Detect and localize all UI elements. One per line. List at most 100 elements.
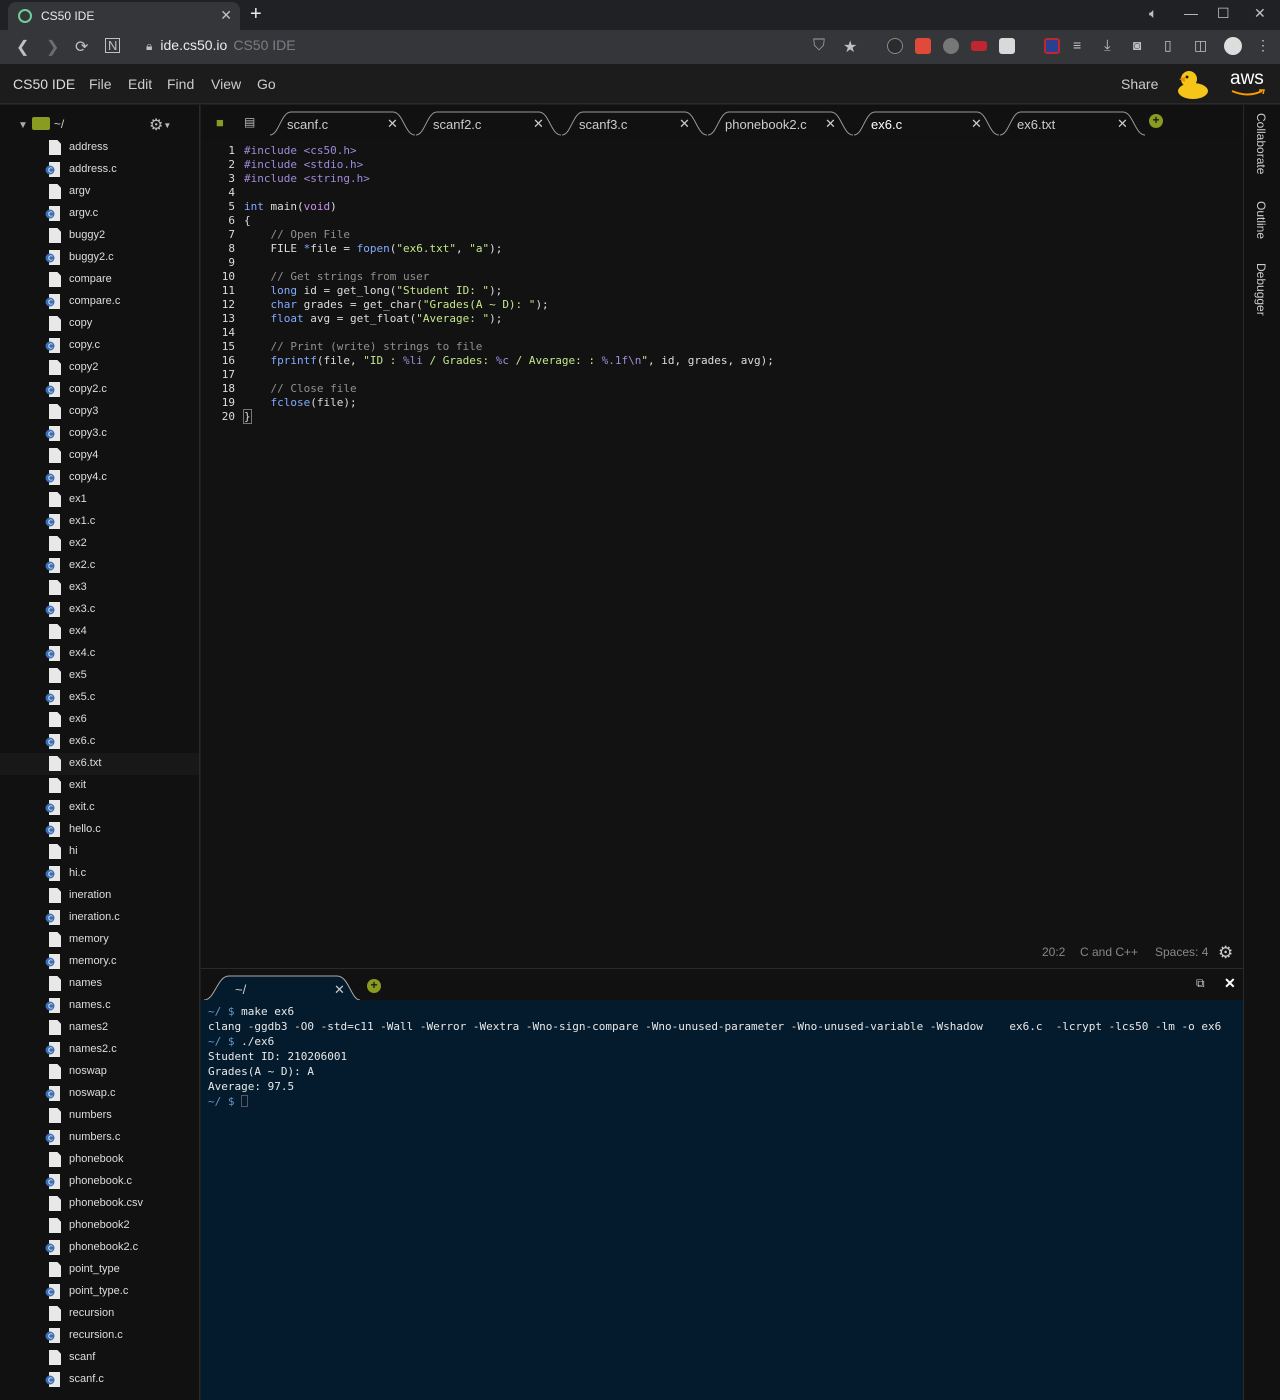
shield-icon[interactable]: ⛉ [813,37,825,55]
cursor-position[interactable]: 20:2 [1042,945,1065,959]
tab-close-icon[interactable]: ✕ [533,116,544,132]
forward-icon[interactable]: ❯ [46,37,59,57]
code-line[interactable]: long id = get_long("Student ID: "); [244,284,503,297]
tree-file-item[interactable]: Cex6.c [0,731,199,753]
tree-file-item[interactable]: compare [0,269,199,291]
tree-file-item[interactable]: phonebook [0,1149,199,1171]
code-line[interactable]: char grades = get_char("Grades(A ~ D): "… [244,298,549,311]
tree-file-item[interactable]: ineration [0,885,199,907]
menu-view[interactable]: View [211,76,241,92]
tab-close-icon[interactable]: ✕ [387,116,398,132]
tree-file-item[interactable]: Ccompare.c [0,291,199,313]
tree-file-item[interactable]: ex6 [0,709,199,731]
tab-close-icon[interactable]: ✕ [679,116,690,132]
editor-tab[interactable]: ex6.c ✕ [853,110,1009,140]
tree-file-item[interactable]: Ccopy2.c [0,379,199,401]
tree-file-item[interactable]: Cex1.c [0,511,199,533]
code-line[interactable]: fprintf(file, "ID : %li / Grades: %c / A… [244,354,774,367]
browser-tab[interactable]: CS50 IDE ✕ [8,2,240,30]
editor-tab[interactable]: ex6.txt ✕ [999,110,1155,140]
reader-icon[interactable]: N [105,38,121,53]
menu-find[interactable]: Find [167,76,194,92]
terminal-restore-icon[interactable]: ⧉ [1196,976,1205,991]
tree-file-item[interactable]: Cex4.c [0,643,199,665]
tree-file-item[interactable]: Chello.c [0,819,199,841]
tree-file-item[interactable]: Ccopy4.c [0,467,199,489]
side-panel-icon[interactable]: ◫ [1194,37,1207,54]
tree-file-item[interactable]: Cpoint_type.c [0,1281,199,1303]
tree-file-item[interactable]: Cmemory.c [0,951,199,973]
terminal-add-icon[interactable]: + [367,979,381,993]
tree-file-item[interactable]: ex4 [0,621,199,643]
extension-translate-icon[interactable] [999,38,1015,54]
tree-file-item[interactable]: names2 [0,1017,199,1039]
code-line[interactable]: #include <cs50.h> [244,144,357,157]
share-button[interactable]: Share [1121,76,1158,92]
tree-file-item[interactable]: ex5 [0,665,199,687]
tree-file-item[interactable]: Cineration.c [0,907,199,929]
tree-settings-gear-icon[interactable]: ⚙▼ [149,115,171,135]
language-mode[interactable]: C and C++ [1080,945,1138,959]
tree-file-item[interactable]: memory [0,929,199,951]
tree-file-item[interactable]: Cex5.c [0,687,199,709]
tree-file-item[interactable]: names [0,973,199,995]
tree-root[interactable]: ▼ ~/ [18,117,64,131]
tree-file-item[interactable]: buggy2 [0,225,199,247]
tree-file-item[interactable]: Caddress.c [0,159,199,181]
playlist-icon[interactable]: ≡ [1073,37,1081,53]
back-icon[interactable]: ❮ [16,37,29,57]
menu-go[interactable]: Go [257,76,276,92]
indent-spaces[interactable]: Spaces: 4 [1155,945,1208,959]
tree-file-item[interactable]: Ccopy.c [0,335,199,357]
tree-file-item[interactable]: Cargv.c [0,203,199,225]
extension-flag-icon[interactable] [971,41,987,51]
tree-file-item[interactable]: phonebook2 [0,1215,199,1237]
tab-close-icon[interactable]: ✕ [825,116,836,132]
tree-file-item[interactable]: Cnames.c [0,995,199,1017]
extension-mouse-icon[interactable] [887,38,903,54]
tree-file-item[interactable]: Cex3.c [0,599,199,621]
tree-file-item[interactable]: ex6.txt [0,753,199,775]
tree-file-item[interactable]: Cphonebook.c [0,1171,199,1193]
tab-close-icon[interactable]: ✕ [1117,116,1128,132]
tab-close-icon[interactable]: ✕ [971,116,982,132]
code-line[interactable]: #include <string.h> [244,172,370,185]
tree-file-item[interactable]: Cphonebook2.c [0,1237,199,1259]
code-editor[interactable]: 1 2 3 4 5 6 7 8 9 10 11 12 13 14 15 16 17 18 19 20 #include… [201,141,1243,968]
tree-file-item[interactable]: Crecursion.c [0,1325,199,1347]
tab-list-icon[interactable]: ▤ [244,115,255,129]
browser-menu-icon[interactable]: ⋮ [1256,37,1270,54]
tree-file-item[interactable]: exit [0,775,199,797]
tree-file-item[interactable]: Cexit.c [0,797,199,819]
code-line[interactable]: // Print (write) strings to file [244,340,482,353]
tree-file-item[interactable]: address [0,137,199,159]
code-line[interactable]: { [244,214,251,227]
editor-settings-gear-icon[interactable]: ⚙ [1218,943,1233,963]
tree-file-item[interactable]: argv [0,181,199,203]
terminal-tab-label[interactable]: ~/ [235,982,246,997]
download-icon[interactable]: ⤓ [1104,37,1111,54]
tree-file-item[interactable]: numbers [0,1105,199,1127]
volume-icon[interactable]: 🔈︎ [1149,5,1157,22]
tree-file-item[interactable]: noswap [0,1061,199,1083]
code-line[interactable]: } [243,409,252,424]
maximize-icon[interactable]: ☐ [1217,5,1230,22]
code-line[interactable]: #include <stdio.h> [244,158,363,171]
terminal-tab-close-icon[interactable]: ✕ [334,982,345,998]
tree-file-item[interactable]: ex3 [0,577,199,599]
tree-file-item[interactable]: Cnames2.c [0,1039,199,1061]
tree-file-item[interactable]: Cnumbers.c [0,1127,199,1149]
tree-file-item[interactable]: copy2 [0,357,199,379]
close-tab-icon[interactable]: ✕ [220,7,232,24]
tree-file-item[interactable]: Cex2.c [0,555,199,577]
tree-file-item[interactable]: point_type [0,1259,199,1281]
tab-collaborate[interactable]: Collaborate [1254,113,1268,174]
extension-uk-flag-icon[interactable] [1044,38,1060,54]
editor-tab[interactable]: scanf3.c ✕ [561,110,717,140]
tree-file-item[interactable]: Ccopy3.c [0,423,199,445]
code-line[interactable]: float avg = get_float("Average: "); [244,312,503,325]
tree-file-item[interactable]: Cscanf.c [0,1369,199,1391]
tree-file-item[interactable]: hi [0,841,199,863]
code-line[interactable]: // Get strings from user [244,270,429,283]
menu-edit[interactable]: Edit [128,76,152,92]
